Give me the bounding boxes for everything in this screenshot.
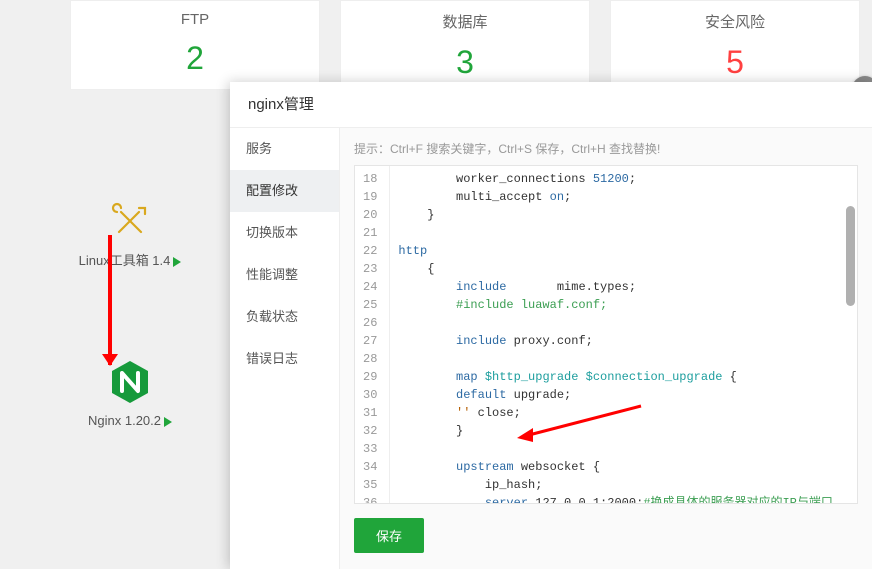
side-tab-2[interactable]: 切换版本 [230, 212, 339, 254]
code-line[interactable] [398, 224, 849, 242]
stat-card-ftp[interactable]: FTP 2 [70, 0, 320, 90]
side-tab-3[interactable]: 性能调整 [230, 254, 339, 296]
editor-gutter: 18192021222324252627282930313233343536 [355, 166, 390, 503]
side-tabs: 服务配置修改切换版本性能调整负载状态错误日志 [230, 128, 340, 569]
code-line[interactable]: map $http_upgrade $connection_upgrade { [398, 368, 849, 386]
stat-label: 数据库 [341, 11, 589, 32]
stat-value: 5 [611, 44, 859, 81]
modal-body: 服务配置修改切换版本性能调整负载状态错误日志 提示：Ctrl+F 搜索关键字，C… [230, 128, 872, 569]
stat-label: 安全风险 [611, 11, 859, 32]
toolbox-label: Linux工具箱 1.4 [79, 250, 182, 269]
main-pane: 提示：Ctrl+F 搜索关键字，Ctrl+S 保存，Ctrl+H 查找替换! 1… [340, 128, 872, 569]
code-line[interactable]: { [398, 260, 849, 278]
code-line[interactable]: } [398, 206, 849, 224]
stat-card-db[interactable]: 数据库 3 [340, 0, 590, 90]
stat-value: 3 [341, 44, 589, 81]
code-line[interactable]: http [398, 242, 849, 260]
annotation-arrow-down [108, 235, 112, 365]
stat-value: 2 [71, 40, 319, 77]
code-line[interactable]: default upgrade; [398, 386, 849, 404]
editor-code[interactable]: worker_connections 51200; multi_accept o… [390, 166, 857, 503]
code-line[interactable]: multi_accept on; [398, 188, 849, 206]
code-line[interactable]: upstream websocket { [398, 458, 849, 476]
code-line[interactable] [398, 314, 849, 332]
play-icon [164, 417, 172, 427]
nginx-label: Nginx 1.20.2 [88, 413, 172, 428]
save-row: 保存 [354, 504, 858, 569]
side-tab-4[interactable]: 负载状态 [230, 296, 339, 338]
side-tab-5[interactable]: 错误日志 [230, 338, 339, 380]
code-editor[interactable]: 18192021222324252627282930313233343536 w… [354, 165, 858, 504]
code-line[interactable]: include proxy.conf; [398, 332, 849, 350]
side-tab-0[interactable]: 服务 [230, 128, 339, 170]
side-tab-1[interactable]: 配置修改 [230, 170, 339, 212]
code-line[interactable]: '' close; [398, 404, 849, 422]
hint-text: 提示：Ctrl+F 搜索关键字，Ctrl+S 保存，Ctrl+H 查找替换! [354, 140, 858, 157]
save-button[interactable]: 保存 [354, 518, 424, 553]
stat-card-security[interactable]: 安全风险 5 [610, 0, 860, 90]
stat-label: FTP [71, 11, 319, 28]
nginx-item[interactable]: Nginx 1.20.2 [40, 359, 220, 428]
tools-icon [109, 200, 151, 242]
code-line[interactable]: server 127.0.0.1:2000;#换成具体的服务器对应的IP与端口 [398, 494, 849, 503]
code-line[interactable]: include mime.types; [398, 278, 849, 296]
code-line[interactable] [398, 440, 849, 458]
code-line[interactable]: #include luawaf.conf; [398, 296, 849, 314]
code-line[interactable]: worker_connections 51200; [398, 170, 849, 188]
code-line[interactable]: ip_hash; [398, 476, 849, 494]
code-line[interactable]: } [398, 422, 849, 440]
nginx-modal: nginx管理 服务配置修改切换版本性能调整负载状态错误日志 提示：Ctrl+F… [230, 82, 872, 569]
toolbox-item[interactable]: Linux工具箱 1.4 [40, 200, 220, 269]
play-icon [173, 257, 181, 267]
scrollbar-thumb[interactable] [846, 206, 855, 306]
modal-title: nginx管理 [230, 82, 872, 128]
stats-row: FTP 2 数据库 3 安全风险 5 [0, 0, 872, 90]
left-tools-panel: Linux工具箱 1.4 Nginx 1.20.2 [40, 200, 220, 428]
code-line[interactable] [398, 350, 849, 368]
